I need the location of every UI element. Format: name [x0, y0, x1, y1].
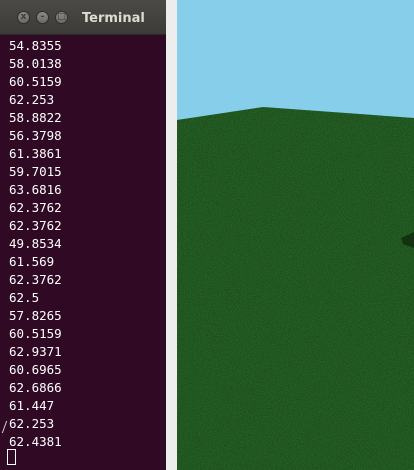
terminal-window[interactable]: x - □ Terminal 54.8355 58.0138 60.5159 62.2… [0, 0, 166, 470]
minimize-button[interactable]: - [36, 11, 49, 24]
close-button[interactable]: x [17, 11, 30, 24]
output-line: 61.569 [9, 254, 55, 269]
output-line: 60.5159 [9, 326, 62, 341]
grass-terrain [177, 107, 414, 470]
output-line: 62.253 [9, 92, 55, 107]
output-line: 54.8355 [9, 38, 62, 53]
output-line: 62.4381 [9, 434, 62, 449]
minimize-icon: - [40, 12, 45, 22]
window-title: Terminal [82, 11, 145, 26]
output-line: 62.9371 [9, 344, 62, 359]
output-line: 62.5 [9, 290, 40, 305]
output-line: 62.253 [9, 416, 55, 431]
output-line: 62.3762 [9, 272, 62, 287]
terminal-output[interactable]: 54.8355 58.0138 60.5159 62.253 58.8822 56.379… [9, 37, 62, 451]
output-line: 62.3762 [9, 200, 62, 215]
terminal-cursor [7, 449, 16, 465]
window-separator [166, 0, 177, 470]
scene-canvas[interactable] [177, 0, 414, 470]
output-line: 60.5159 [9, 74, 62, 89]
output-line: 61.3861 [9, 146, 62, 161]
output-line: 57.8265 [9, 308, 62, 323]
output-line: 60.6965 [9, 362, 62, 377]
close-icon: x [20, 12, 27, 22]
output-line: 62.6866 [9, 380, 62, 395]
output-line: 56.3798 [9, 128, 62, 143]
output-line: 63.6816 [9, 182, 62, 197]
output-line: 58.8822 [9, 110, 62, 125]
output-line: 49.8534 [9, 236, 62, 251]
terminal-titlebar[interactable]: x - □ Terminal [0, 0, 166, 35]
3d-viewport[interactable] [177, 0, 414, 470]
maximize-button[interactable]: □ [55, 11, 68, 24]
output-line: 61.447 [9, 398, 55, 413]
output-line: 62.3762 [9, 218, 62, 233]
maximize-icon: □ [57, 12, 66, 22]
output-line: 59.7015 [9, 164, 62, 179]
output-line: 58.0138 [9, 56, 62, 71]
